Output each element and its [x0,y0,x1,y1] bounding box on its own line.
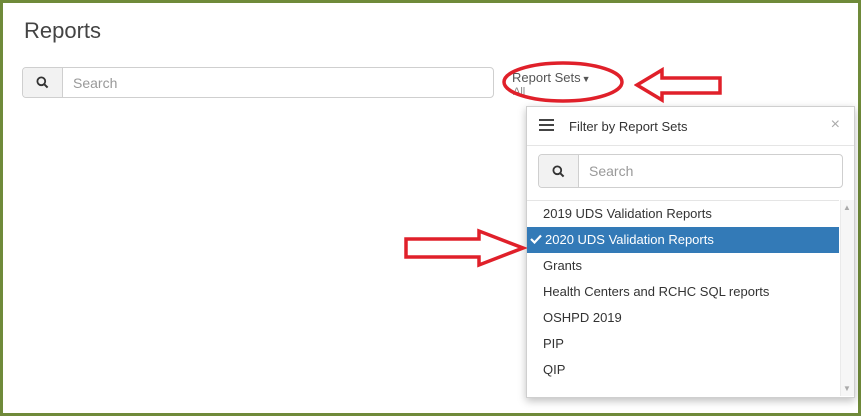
panel-search-input[interactable] [579,155,842,187]
close-icon[interactable]: × [831,116,840,134]
hamburger-menu-icon [539,118,554,137]
search-icon[interactable] [539,155,579,187]
scroll-up-icon[interactable]: ▲ [843,203,851,212]
search-icon[interactable] [23,68,63,97]
annotation-arrow-left [634,66,722,104]
list-item-oshpd-2019[interactable]: OSHPD 2019 [527,305,839,331]
list-item-qip[interactable]: QIP [527,357,839,383]
list-item-health-centers[interactable]: Health Centers and RCHC SQL reports [527,279,839,305]
report-set-list: 2019 UDS Validation Reports 2020 UDS Val… [527,200,839,397]
report-search-box[interactable] [22,67,494,98]
list-item-grants[interactable]: Grants [527,253,839,279]
scroll-down-icon[interactable]: ▼ [843,384,851,393]
list-item-2019-uds[interactable]: 2019 UDS Validation Reports [527,201,839,227]
report-sets-filter-panel: Filter by Report Sets × 2019 UDS Validat… [526,106,855,398]
list-item-2020-uds[interactable]: 2020 UDS Validation Reports [527,227,839,253]
search-input[interactable] [63,68,493,97]
page-title: Reports [24,18,102,43]
annotation-ellipse [502,61,624,103]
panel-title: Filter by Report Sets [569,119,688,134]
annotation-arrow-right [404,228,527,268]
check-icon [530,227,543,253]
list-scrollbar[interactable]: ▲ ▼ [840,200,854,396]
panel-header: Filter by Report Sets × [527,107,854,146]
list-item-pip[interactable]: PIP [527,331,839,357]
panel-search-box[interactable] [538,154,843,188]
